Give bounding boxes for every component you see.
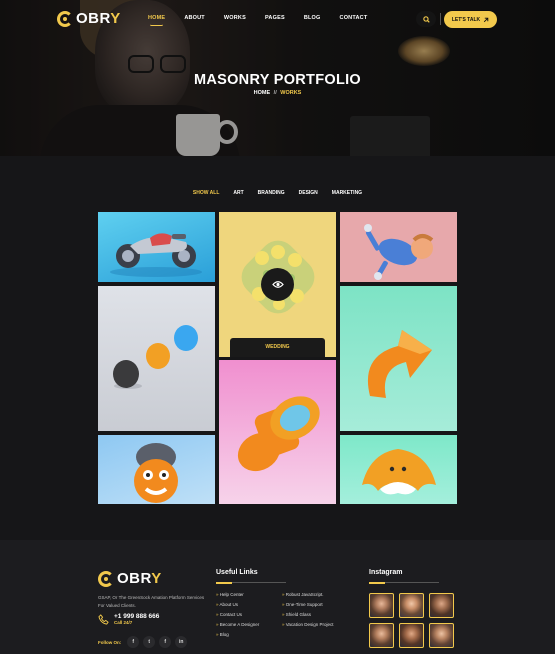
portfolio-tag[interactable]: WEDDING [230, 338, 325, 357]
breadcrumb: HOME // WORKS [0, 90, 555, 96]
filter-design[interactable]: DESIGN [299, 190, 318, 196]
footer-social: Follow On: f t f in [98, 636, 188, 648]
orange-knob-image [237, 396, 320, 472]
site-footer: OBRY GSAP, Or The GreenSock Amation Plat… [0, 540, 555, 654]
breadcrumb-home[interactable]: HOME [254, 90, 271, 96]
instagram-photo[interactable] [369, 623, 394, 648]
link-shield-glass[interactable]: Shield Glass [282, 612, 333, 617]
portfolio-item-orange-arrow[interactable] [340, 286, 457, 431]
nav-home[interactable]: HOME [148, 15, 165, 26]
filter-branding[interactable]: BRANDING [258, 190, 285, 196]
logo-text: OBRY [117, 570, 162, 587]
nav-about[interactable]: ABOUT [184, 15, 205, 21]
portfolio-item-yellow-toy[interactable]: WEDDING [219, 212, 336, 357]
link-help-center[interactable]: Help Center [216, 592, 259, 597]
instagram-grid [369, 593, 454, 648]
filter-show-all[interactable]: SHOW ALL [193, 190, 219, 196]
breadcrumb-separator: // [273, 90, 277, 96]
main-menu: HOME ABOUT WORKS PAGES BLOG CONTACT [148, 15, 386, 26]
chef-character-image [134, 443, 178, 503]
search-button[interactable] [416, 11, 436, 27]
linkedin-icon[interactable]: in [175, 636, 188, 648]
view-button[interactable] [261, 268, 294, 301]
lets-talk-button[interactable]: LET'S TALK [444, 11, 497, 28]
useful-links-heading: Useful Links [216, 569, 258, 576]
follow-label: Follow On: [98, 639, 122, 645]
site-logo[interactable]: OBRY [57, 10, 121, 27]
nav-blog[interactable]: BLOG [304, 15, 321, 21]
nav-works[interactable]: WORKS [224, 15, 246, 21]
useful-links-underline [216, 581, 286, 584]
logo-icon [98, 570, 114, 587]
link-become-designer[interactable]: Become A Designer [216, 622, 260, 627]
lets-talk-label: LET'S TALK [451, 16, 481, 23]
facebook-alt-icon[interactable]: f [159, 636, 172, 648]
footer-description: GSAP, Or The GreenSock Amation Platform … [98, 595, 205, 608]
link-contact-us[interactable]: Contact Us [216, 612, 259, 617]
instagram-photo[interactable] [429, 593, 454, 618]
footer-logo[interactable]: OBRY [98, 570, 162, 587]
filter-art[interactable]: ART [233, 190, 243, 196]
phone-subtext: Call 24/7 [114, 620, 133, 625]
search-icon [422, 15, 430, 23]
portfolio-item-clay-balls[interactable] [98, 286, 215, 431]
instagram-photo[interactable] [429, 623, 454, 648]
twitter-icon[interactable]: t [143, 636, 156, 648]
nav-divider [440, 13, 441, 25]
instagram-photo[interactable] [399, 593, 424, 618]
instagram-photo[interactable] [369, 593, 394, 618]
portfolio-item-chef-character[interactable] [98, 435, 215, 504]
logo-icon [57, 10, 73, 27]
filter-marketing[interactable]: MARKETING [332, 190, 362, 196]
instagram-underline [369, 581, 439, 584]
nav-pages[interactable]: PAGES [265, 15, 285, 21]
eye-icon [271, 281, 284, 288]
falling-figure-image [364, 224, 434, 280]
portfolio-section: SHOW ALL ART BRANDING DESIGN MARKETING W… [0, 156, 555, 540]
instagram-heading: Instagram [369, 569, 403, 576]
phone-number: +1 999 888 666 [114, 613, 160, 620]
clay-balls-image [113, 325, 198, 389]
orange-cloud-image [362, 449, 436, 495]
phone-icon [98, 613, 109, 625]
useful-links-right: Robust JavaScript. One-Time Support Shie… [282, 592, 334, 627]
arrow-up-right-icon [484, 17, 489, 22]
hero-banner: OBRY HOME ABOUT WORKS PAGES BLOG CONTACT… [0, 0, 555, 156]
facebook-icon[interactable]: f [127, 636, 140, 648]
link-robust-javascript[interactable]: Robust JavaScript. [282, 592, 333, 597]
link-vacation-design[interactable]: Vacation Design Project [282, 622, 334, 627]
logo-text: OBRY [76, 10, 121, 27]
breadcrumb-current: WORKS [280, 90, 302, 96]
top-navigation: OBRY HOME ABOUT WORKS PAGES BLOG CONTACT… [0, 0, 555, 38]
nav-contact[interactable]: CONTACT [340, 15, 368, 21]
link-about-us[interactable]: About Us [216, 602, 259, 607]
portfolio-item-motorbike[interactable] [98, 212, 215, 282]
useful-links-left: Help Center About Us Contact Us Become A… [216, 592, 260, 637]
motorbike-image [110, 233, 202, 277]
page-title: MASONRY PORTFOLIO [193, 72, 362, 88]
portfolio-item-orange-knob[interactable] [219, 360, 336, 504]
portfolio-item-falling-figure[interactable] [340, 212, 457, 282]
orange-arrow-image [367, 330, 432, 398]
footer-phone[interactable]: +1 999 888 666 Call 24/7 [98, 613, 159, 625]
link-blog[interactable]: Blog [216, 632, 259, 637]
link-one-time-support[interactable]: One-Time Support [282, 602, 333, 607]
instagram-photo[interactable] [399, 623, 424, 648]
portfolio-filters: SHOW ALL ART BRANDING DESIGN MARKETING [0, 190, 555, 196]
portfolio-item-orange-cloud[interactable] [340, 435, 457, 504]
